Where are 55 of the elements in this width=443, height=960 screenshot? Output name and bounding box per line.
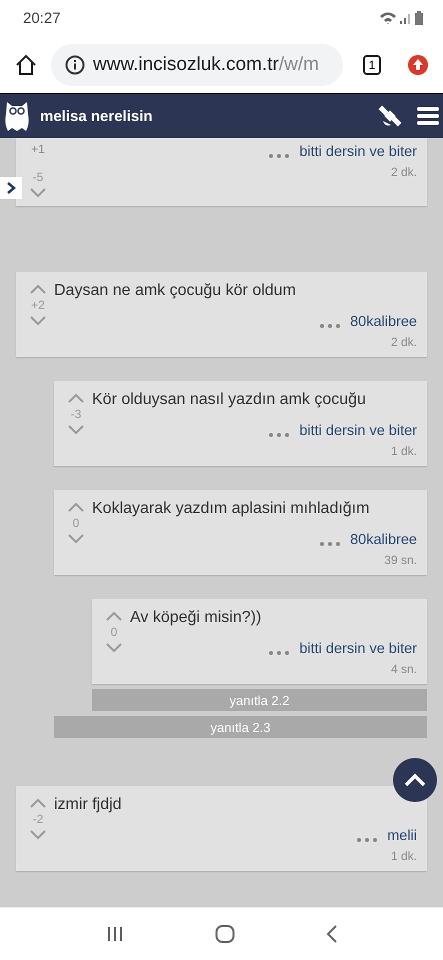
recent-apps-icon[interactable] <box>106 926 124 942</box>
owl-icon[interactable] <box>4 100 30 132</box>
entry-text: Daysan ne amk çocuğu kör oldum <box>54 281 297 301</box>
entry-time: 4 sn. <box>390 662 417 676</box>
entry-text: Av köpeği misin?)) <box>130 608 262 628</box>
downvote-icon[interactable] <box>68 534 84 544</box>
page-title: melisa nerelisin <box>40 108 154 124</box>
entry-text: Kör olduysan nasıl yazdın amk çocuğu <box>92 390 367 410</box>
vote-count: -2 <box>32 812 44 826</box>
vote-count: -5 <box>32 170 44 184</box>
status-time: 20:27 <box>23 10 61 26</box>
battery-icon <box>415 11 423 25</box>
upload-icon[interactable] <box>407 54 429 76</box>
menu-icon[interactable] <box>417 106 439 126</box>
scroll-top-button[interactable] <box>393 758 437 802</box>
wifi-icon <box>379 11 397 25</box>
tab-count[interactable]: 1 <box>363 54 381 74</box>
entry-text: izmir fjdjd <box>54 795 123 815</box>
entry-time: 39 sn. <box>383 553 417 567</box>
chevron-up-icon <box>404 773 426 787</box>
upvote-icon[interactable] <box>106 611 122 621</box>
entry-time: 1 dk. <box>390 444 417 458</box>
info-icon <box>65 54 85 74</box>
entry-time: 2 dk. <box>390 335 417 349</box>
upvote-icon[interactable] <box>30 798 46 808</box>
author-link[interactable]: bitti dersin ve biter <box>299 423 417 439</box>
side-panel-toggle[interactable] <box>0 177 22 199</box>
upvote-icon[interactable] <box>68 502 84 512</box>
author-link[interactable]: bitti dersin ve biter <box>299 641 417 657</box>
satellite-icon[interactable] <box>377 103 403 129</box>
downvote-icon[interactable] <box>68 425 84 435</box>
address-bar[interactable]: www.incisozluk.com.tr/w/m <box>51 44 343 86</box>
downvote-icon[interactable] <box>106 643 122 653</box>
downvote-icon[interactable] <box>30 830 46 840</box>
author-link[interactable]: 80kalibree <box>350 532 417 548</box>
author-link[interactable]: 80kalibree <box>350 314 417 330</box>
downvote-icon[interactable] <box>30 316 46 326</box>
home-icon[interactable] <box>15 54 37 76</box>
home-button-icon[interactable] <box>214 925 234 943</box>
vote-count: +2 <box>31 298 45 312</box>
back-icon[interactable] <box>326 925 338 943</box>
vote-count: 0 <box>110 625 118 639</box>
upvote-icon[interactable] <box>30 284 46 294</box>
entry-time: 1 dk. <box>390 849 417 863</box>
vote-count: +1 <box>31 142 45 156</box>
downvote-icon[interactable] <box>30 188 46 198</box>
author-link[interactable]: bitti dersin ve biter <box>299 144 417 160</box>
chevron-right-icon <box>6 182 16 194</box>
vote-count: 0 <box>72 516 80 530</box>
author-link[interactable]: melii <box>387 828 417 844</box>
entry-time: 2 dk. <box>390 165 417 179</box>
entry-text: Koklayarak yazdım aplasini mıhladığım <box>92 499 370 519</box>
upvote-icon[interactable] <box>68 393 84 403</box>
vote-count: -3 <box>70 407 82 421</box>
signal-icon <box>400 12 412 24</box>
